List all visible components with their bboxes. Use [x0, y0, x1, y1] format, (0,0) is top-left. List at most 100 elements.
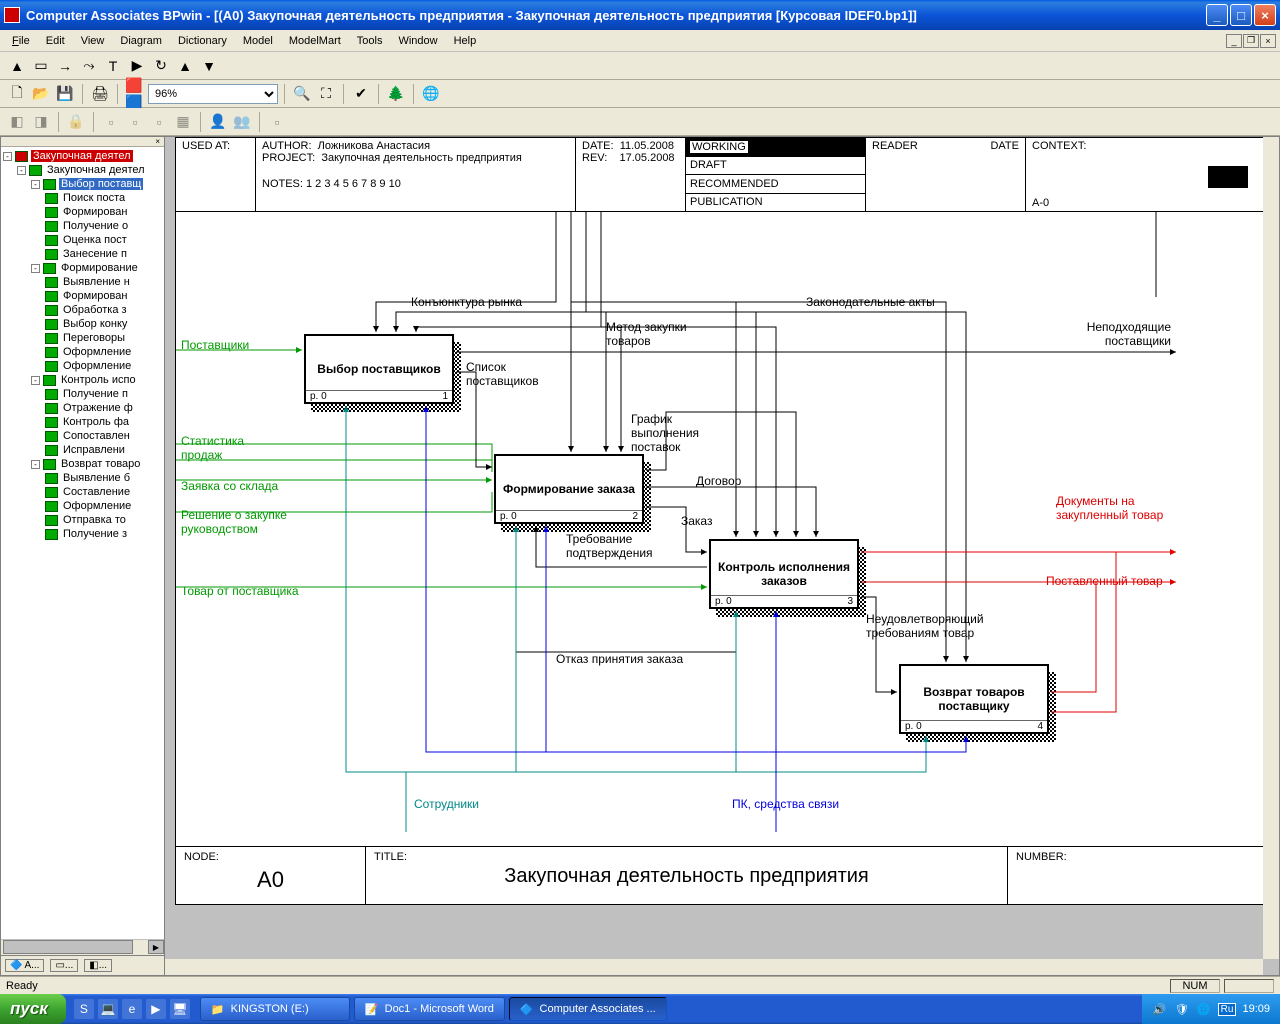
menu-model[interactable]: Model: [235, 33, 281, 49]
close-button[interactable]: ×: [1254, 4, 1276, 26]
tray-network-icon[interactable]: 🌐: [1196, 1001, 1212, 1017]
tray-shield-icon[interactable]: 🛡: [1174, 1001, 1190, 1017]
menu-modelmart[interactable]: ModelMart: [281, 33, 349, 49]
spellcheck-icon[interactable]: ✔: [350, 83, 372, 105]
tree-item[interactable]: Сопоставлен: [3, 429, 162, 443]
m3-icon[interactable]: ▫: [148, 111, 170, 133]
sidebar-tab-activities[interactable]: 🔷 A...: [5, 959, 44, 972]
maximize-button[interactable]: □: [1230, 4, 1252, 26]
start-button[interactable]: пуск: [0, 994, 66, 1024]
ql-skype-icon[interactable]: S: [74, 999, 94, 1019]
refresh-icon[interactable]: ↻: [150, 55, 172, 77]
mdi-restore-button[interactable]: ❐: [1243, 34, 1259, 48]
person2-icon[interactable]: 👥: [231, 111, 253, 133]
pointer-tool-icon[interactable]: ▲: [6, 55, 28, 77]
taskbar-item-word[interactable]: 📝 Doc1 - Microsoft Word: [354, 997, 505, 1021]
ql-media-icon[interactable]: ▶: [146, 999, 166, 1019]
activity-box-3[interactable]: Контроль исполнения заказов p. 03: [709, 539, 859, 609]
canvas-hscroll[interactable]: [165, 959, 1263, 975]
zoom-in-icon[interactable]: 🔍: [291, 83, 313, 105]
tree-item[interactable]: -Закупочная деятел: [3, 163, 162, 177]
tree-item[interactable]: -Возврат товаро: [3, 457, 162, 471]
tray-sound-icon[interactable]: 🔊: [1152, 1001, 1168, 1017]
tree-item[interactable]: Выявление б: [3, 471, 162, 485]
tree-item[interactable]: Поиск поста: [3, 191, 162, 205]
taskbar-item-kingston[interactable]: 📁 KINGSTON (E:): [200, 997, 350, 1021]
tree-item[interactable]: Исправлени: [3, 443, 162, 457]
print-icon[interactable]: 🖨: [89, 83, 111, 105]
tree-item[interactable]: Отражение ф: [3, 401, 162, 415]
open-icon[interactable]: 📂: [30, 83, 52, 105]
tree-item[interactable]: Получение з: [3, 527, 162, 541]
db1-icon[interactable]: ◧: [6, 111, 28, 133]
db2-icon[interactable]: ◨: [30, 111, 52, 133]
tree-item[interactable]: Получение о: [3, 219, 162, 233]
system-tray[interactable]: 🔊 🛡 🌐 Ru 19:09: [1142, 994, 1280, 1024]
tree-item[interactable]: Оформление: [3, 359, 162, 373]
tree-item[interactable]: Оформление: [3, 345, 162, 359]
sidebar-close-icon[interactable]: ×: [1, 137, 164, 147]
lock-icon[interactable]: 🔒: [65, 111, 87, 133]
tree-item-selected[interactable]: -Выбор поставщ: [3, 177, 162, 191]
ql-mycomputer-icon[interactable]: 💻: [98, 999, 118, 1019]
color-icon[interactable]: 🟥🟦: [124, 83, 146, 105]
zoom-fit-icon[interactable]: ⛶: [315, 83, 337, 105]
tree-item[interactable]: Составление: [3, 485, 162, 499]
sidebar-tab-diagrams[interactable]: ▭...: [50, 959, 78, 972]
menu-diagram[interactable]: Diagram: [112, 33, 170, 49]
tree-item[interactable]: -Формирование: [3, 261, 162, 275]
tree-item[interactable]: Оценка пост: [3, 233, 162, 247]
canvas-vscroll[interactable]: [1263, 137, 1279, 959]
tree-item[interactable]: Оформление: [3, 499, 162, 513]
zoom-select[interactable]: 96%: [148, 84, 278, 104]
activity-box-2[interactable]: Формирование заказа p. 02: [494, 454, 644, 524]
save-icon[interactable]: 💾: [54, 83, 76, 105]
activity-box-1[interactable]: Выбор поставщиков p. 01: [304, 334, 454, 404]
tree-item[interactable]: Формирован: [3, 205, 162, 219]
menu-edit[interactable]: Edit: [38, 33, 73, 49]
diagram-body[interactable]: Выбор поставщиков p. 01 Формирование зак…: [176, 212, 1268, 846]
diagram-canvas[interactable]: USED AT: AUTHOR: Ложникова Анастасия PRO…: [165, 136, 1280, 976]
m2-icon[interactable]: ▫: [124, 111, 146, 133]
sidebar-hscroll[interactable]: ▶: [1, 939, 164, 955]
tree-item[interactable]: Получение п: [3, 387, 162, 401]
menu-window[interactable]: Window: [390, 33, 445, 49]
menu-file[interactable]: File: [4, 33, 38, 49]
ql-desktop-icon[interactable]: 🖥: [170, 999, 190, 1019]
arrow-tool-icon[interactable]: →: [54, 55, 76, 77]
menu-tools[interactable]: Tools: [349, 33, 391, 49]
play-icon[interactable]: ▶: [126, 55, 148, 77]
new-icon[interactable]: 🗋: [6, 83, 28, 105]
tree-item[interactable]: Занесение п: [3, 247, 162, 261]
up-triangle-icon[interactable]: ▲: [174, 55, 196, 77]
grid-icon[interactable]: ▦: [172, 111, 194, 133]
person1-icon[interactable]: 👤: [207, 111, 229, 133]
m1-icon[interactable]: ▫: [100, 111, 122, 133]
menu-view[interactable]: View: [73, 33, 113, 49]
activity-box-4[interactable]: Возврат товаров поставщику p. 04: [899, 664, 1049, 734]
tree-item[interactable]: Формирован: [3, 289, 162, 303]
tray-language[interactable]: Ru: [1218, 1003, 1237, 1016]
menu-dictionary[interactable]: Dictionary: [170, 33, 235, 49]
sidebar-tab-objects[interactable]: ◧...: [84, 959, 112, 972]
taskbar-item-bpwin[interactable]: 🔷 Computer Associates ...: [509, 997, 667, 1021]
tree-item[interactable]: Отправка то: [3, 513, 162, 527]
ql-ie-icon[interactable]: e: [122, 999, 142, 1019]
m4-icon[interactable]: ▫: [266, 111, 288, 133]
minimize-button[interactable]: _: [1206, 4, 1228, 26]
menu-help[interactable]: Help: [446, 33, 485, 49]
box-tool-icon[interactable]: ▭: [30, 55, 52, 77]
globe-icon[interactable]: 🌐: [420, 83, 442, 105]
tree-item[interactable]: Контроль фа: [3, 415, 162, 429]
tree-item[interactable]: Переговоры: [3, 331, 162, 345]
down-triangle-icon[interactable]: ▼: [198, 55, 220, 77]
tray-clock[interactable]: 19:09: [1242, 1003, 1270, 1015]
tree-item[interactable]: Выбор конку: [3, 317, 162, 331]
tree-item[interactable]: Обработка з: [3, 303, 162, 317]
tree-icon[interactable]: 🌲: [385, 83, 407, 105]
text-tool-icon[interactable]: T: [102, 55, 124, 77]
mdi-minimize-button[interactable]: _: [1226, 34, 1242, 48]
tree-item[interactable]: -Контроль испо: [3, 373, 162, 387]
tree-root[interactable]: -Закупочная деятел: [3, 149, 162, 163]
tree-item[interactable]: Выявление н: [3, 275, 162, 289]
